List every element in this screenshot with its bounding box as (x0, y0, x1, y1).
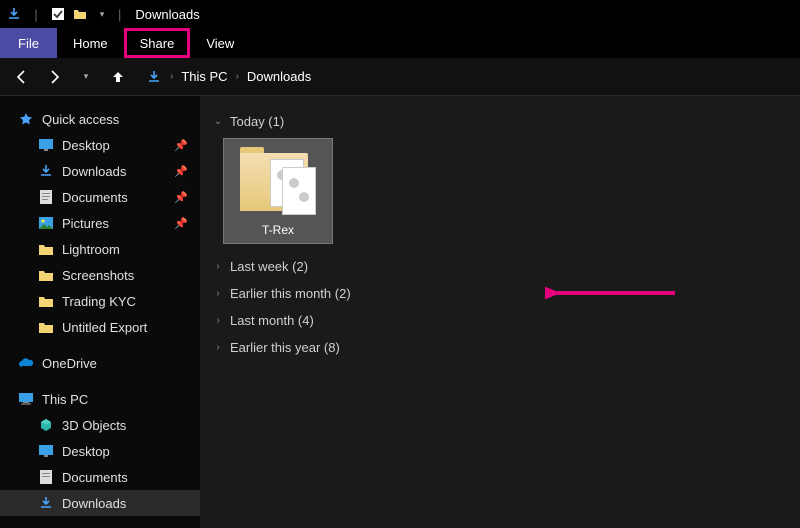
sidebar-label: 3D Objects (62, 418, 126, 433)
group-last-week[interactable]: › Last week (2) (208, 253, 800, 280)
chevron-right-icon: › (236, 71, 239, 82)
title-bar: | ▾ | Downloads (0, 0, 800, 28)
window-title: Downloads (135, 7, 199, 22)
ribbon-tabs: File Home Share View (0, 28, 800, 58)
folder-icon (38, 293, 54, 309)
tab-home[interactable]: Home (57, 28, 124, 58)
group-label: Earlier this month (2) (230, 286, 351, 301)
sidebar-label: Untitled Export (62, 320, 147, 335)
sidebar-label: Downloads (62, 496, 126, 511)
back-button[interactable] (10, 65, 34, 89)
group-today[interactable]: ⌄ Today (1) (208, 108, 800, 135)
onedrive-icon (18, 355, 34, 371)
pin-icon: 📌 (174, 191, 188, 204)
separator-icon: | (28, 6, 44, 22)
sidebar-label: Lightroom (62, 242, 120, 257)
sidebar-onedrive[interactable]: OneDrive (0, 350, 200, 376)
desktop-icon (38, 137, 54, 153)
sidebar-item-pc-downloads[interactable]: Downloads (0, 490, 200, 516)
sidebar-item-untitled-export[interactable]: Untitled Export (0, 314, 200, 340)
sidebar-label: Trading KYC (62, 294, 136, 309)
sidebar-label: Documents (62, 190, 128, 205)
breadcrumb-segment[interactable]: This PC (181, 69, 227, 84)
tab-view[interactable]: View (190, 28, 250, 58)
chevron-down-icon: ⌄ (212, 116, 224, 127)
sidebar-item-pc-documents[interactable]: Documents (0, 464, 200, 490)
documents-icon (38, 469, 54, 485)
group-earlier-this-year[interactable]: › Earlier this year (8) (208, 334, 800, 361)
dropdown-icon[interactable]: ▾ (94, 6, 110, 22)
group-earlier-this-month[interactable]: › Earlier this month (2) (208, 280, 800, 307)
group-label: Last week (2) (230, 259, 308, 274)
sidebar-item-documents[interactable]: Documents 📌 (0, 184, 200, 210)
sidebar-label: OneDrive (42, 356, 97, 371)
star-icon (18, 111, 34, 127)
sidebar-label: Pictures (62, 216, 109, 231)
sidebar-label: Documents (62, 470, 128, 485)
sidebar-item-desktop[interactable]: Desktop 📌 (0, 132, 200, 158)
chevron-right-icon: › (212, 288, 224, 299)
navigation-pane[interactable]: Quick access Desktop 📌 Downloads 📌 Docum… (0, 96, 200, 528)
download-app-icon (6, 6, 22, 22)
chevron-right-icon: › (212, 261, 224, 272)
recent-dropdown[interactable]: ▾ (74, 65, 98, 89)
folder-label: T-Rex (262, 223, 294, 237)
downloads-icon (38, 163, 54, 179)
sidebar-this-pc[interactable]: This PC (0, 386, 200, 412)
folder-icon (38, 319, 54, 335)
folder-icon (38, 241, 54, 257)
breadcrumb-segment[interactable]: Downloads (247, 69, 311, 84)
pin-icon: 📌 (174, 217, 188, 230)
pin-icon: 📌 (174, 139, 188, 152)
3d-objects-icon (38, 417, 54, 433)
sidebar-label: Screenshots (62, 268, 134, 283)
folder-item-trex[interactable]: T-Rex (224, 139, 332, 243)
documents-icon (38, 189, 54, 205)
navigation-bar: ▾ › This PC › Downloads (0, 58, 800, 96)
checkbox-icon[interactable] (50, 6, 66, 22)
breadcrumb[interactable]: › This PC › Downloads (146, 69, 311, 85)
sidebar-item-pc-desktop[interactable]: Desktop (0, 438, 200, 464)
chevron-right-icon: › (170, 71, 173, 82)
sidebar-label: Desktop (62, 138, 110, 153)
sidebar-item-3d-objects[interactable]: 3D Objects (0, 412, 200, 438)
folder-titlebar-icon (72, 6, 88, 22)
forward-button[interactable] (42, 65, 66, 89)
chevron-right-icon: › (212, 342, 224, 353)
pictures-icon (38, 215, 54, 231)
tab-share[interactable]: Share (124, 28, 191, 58)
sidebar-label: Quick access (42, 112, 119, 127)
up-button[interactable] (106, 65, 130, 89)
folder-icon (38, 267, 54, 283)
sidebar-item-screenshots[interactable]: Screenshots (0, 262, 200, 288)
sidebar-label: Desktop (62, 444, 110, 459)
group-label: Last month (4) (230, 313, 314, 328)
sidebar-item-lightroom[interactable]: Lightroom (0, 236, 200, 262)
sidebar-quick-access[interactable]: Quick access (0, 106, 200, 132)
sidebar-item-pictures[interactable]: Pictures 📌 (0, 210, 200, 236)
content-pane[interactable]: ⌄ Today (1) T-Rex › Last week (2) › Earl… (200, 96, 800, 528)
downloads-path-icon (146, 69, 162, 85)
sidebar-item-downloads[interactable]: Downloads 📌 (0, 158, 200, 184)
pin-icon: 📌 (174, 165, 188, 178)
main-area: Quick access Desktop 📌 Downloads 📌 Docum… (0, 96, 800, 528)
downloads-icon (38, 495, 54, 511)
tab-file[interactable]: File (0, 28, 57, 58)
group-last-month[interactable]: › Last month (4) (208, 307, 800, 334)
this-pc-icon (18, 391, 34, 407)
sidebar-label: This PC (42, 392, 88, 407)
group-label: Today (1) (230, 114, 284, 129)
chevron-right-icon: › (212, 315, 224, 326)
desktop-icon (38, 443, 54, 459)
sidebar-item-trading-kyc[interactable]: Trading KYC (0, 288, 200, 314)
folder-icon (238, 147, 318, 217)
group-label: Earlier this year (8) (230, 340, 340, 355)
title-separator: | (118, 7, 121, 22)
sidebar-label: Downloads (62, 164, 126, 179)
